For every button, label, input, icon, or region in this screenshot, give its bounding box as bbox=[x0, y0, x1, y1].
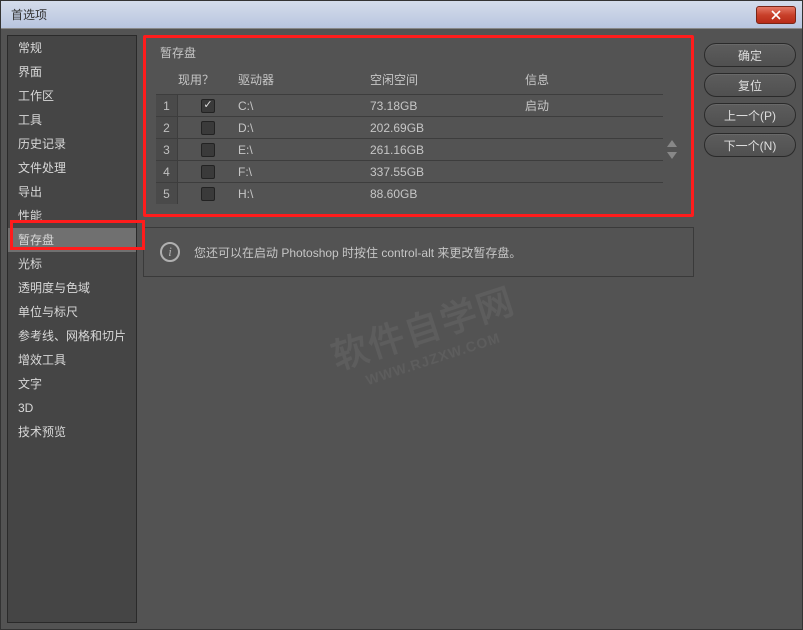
row-space: 261.16GB bbox=[370, 143, 525, 157]
table-row[interactable]: 4 F:\337.55GB bbox=[156, 160, 663, 182]
row-space: 337.55GB bbox=[370, 165, 525, 179]
drive-table: 现用？ 驱动器 空闲空间 信息 1 C:\73.18GB启动 2 D:\202.69G… bbox=[156, 63, 681, 204]
sidebar-item[interactable]: 历史记录 bbox=[8, 132, 136, 156]
main-area: 暂存盘 现用？ 驱动器 空闲空间 信息 1 C:\73.18GB启动 2 D:\202… bbox=[143, 35, 796, 623]
active-checkbox[interactable] bbox=[201, 99, 215, 113]
table-row[interactable]: 2 D:\202.69GB bbox=[156, 116, 663, 138]
active-checkbox[interactable] bbox=[201, 187, 215, 201]
row-check-cell bbox=[178, 187, 238, 201]
table-row[interactable]: 5 H:\88.60GB bbox=[156, 182, 663, 204]
row-space: 73.18GB bbox=[370, 99, 525, 113]
row-check-cell bbox=[178, 143, 238, 157]
table-row[interactable]: 1 C:\73.18GB启动 bbox=[156, 94, 663, 116]
next-button[interactable]: 下一个(N) bbox=[704, 133, 796, 157]
close-icon bbox=[771, 10, 781, 20]
reorder-arrows bbox=[663, 94, 681, 204]
sidebar-item[interactable]: 光标 bbox=[8, 252, 136, 276]
col-header-info: 信息 bbox=[525, 71, 681, 88]
prev-button[interactable]: 上一个(P) bbox=[704, 103, 796, 127]
table-body: 1 C:\73.18GB启动 2 D:\202.69GB 3 E:\261.16GB 4 F:… bbox=[156, 94, 663, 204]
row-drive: H:\ bbox=[238, 187, 370, 201]
row-check-cell bbox=[178, 121, 238, 135]
sidebar-item[interactable]: 工具 bbox=[8, 108, 136, 132]
panel-area: 暂存盘 现用？ 驱动器 空闲空间 信息 1 C:\73.18GB启动 2 D:\202… bbox=[143, 35, 694, 623]
row-check-cell bbox=[178, 165, 238, 179]
active-checkbox[interactable] bbox=[201, 165, 215, 179]
sidebar-item[interactable]: 透明度与色域 bbox=[8, 276, 136, 300]
row-check-cell bbox=[178, 99, 238, 113]
row-number: 2 bbox=[156, 117, 178, 138]
row-number: 3 bbox=[156, 139, 178, 160]
sidebar-item[interactable]: 增效工具 bbox=[8, 348, 136, 372]
table-row[interactable]: 3 E:\261.16GB bbox=[156, 138, 663, 160]
move-down-button[interactable] bbox=[667, 152, 677, 159]
sidebar-item[interactable]: 文件处理 bbox=[8, 156, 136, 180]
sidebar-item[interactable]: 参考线、网格和切片 bbox=[8, 324, 136, 348]
row-number: 5 bbox=[156, 183, 178, 204]
col-header-space: 空闲空间 bbox=[370, 71, 525, 88]
row-drive: E:\ bbox=[238, 143, 370, 157]
row-drive: F:\ bbox=[238, 165, 370, 179]
hint-text: 您还可以在启动 Photoshop 时按住 control-alt 来更改暂存盘… bbox=[194, 244, 521, 261]
group-legend: 暂存盘 bbox=[156, 46, 200, 60]
col-header-drive: 驱动器 bbox=[238, 71, 370, 88]
sidebar-item[interactable]: 3D bbox=[8, 396, 136, 420]
sidebar-item[interactable]: 文字 bbox=[8, 372, 136, 396]
close-button[interactable] bbox=[756, 6, 796, 24]
row-info: 启动 bbox=[525, 97, 663, 114]
row-space: 202.69GB bbox=[370, 121, 525, 135]
row-space: 88.60GB bbox=[370, 187, 525, 201]
reset-button[interactable]: 复位 bbox=[704, 73, 796, 97]
titlebar: 首选项 bbox=[1, 1, 802, 29]
row-drive: C:\ bbox=[238, 99, 370, 113]
col-header-active: 现用？ bbox=[178, 71, 238, 88]
sidebar-item[interactable]: 技术预览 bbox=[8, 420, 136, 444]
sidebar-item[interactable]: 性能 bbox=[8, 204, 136, 228]
active-checkbox[interactable] bbox=[201, 143, 215, 157]
window-title: 首选项 bbox=[7, 6, 47, 23]
ok-button[interactable]: 确定 bbox=[704, 43, 796, 67]
action-buttons: 确定 复位 上一个(P) 下一个(N) bbox=[704, 35, 796, 623]
sidebar-item[interactable]: 界面 bbox=[8, 60, 136, 84]
content-area: 常规界面工作区工具历史记录文件处理导出性能暂存盘光标透明度与色域单位与标尺参考线… bbox=[1, 29, 802, 629]
category-sidebar: 常规界面工作区工具历史记录文件处理导出性能暂存盘光标透明度与色域单位与标尺参考线… bbox=[7, 35, 137, 623]
row-number: 1 bbox=[156, 95, 178, 116]
row-number: 4 bbox=[156, 161, 178, 182]
row-drive: D:\ bbox=[238, 121, 370, 135]
sidebar-item[interactable]: 单位与标尺 bbox=[8, 300, 136, 324]
table-header: 现用？ 驱动器 空闲空间 信息 bbox=[156, 63, 681, 94]
scratch-disk-group: 暂存盘 现用？ 驱动器 空闲空间 信息 1 C:\73.18GB启动 2 D:\202… bbox=[143, 35, 694, 217]
sidebar-item[interactable]: 导出 bbox=[8, 180, 136, 204]
active-checkbox[interactable] bbox=[201, 121, 215, 135]
sidebar-item[interactable]: 暂存盘 bbox=[8, 228, 136, 252]
preferences-window: 首选项 常规界面工作区工具历史记录文件处理导出性能暂存盘光标透明度与色域单位与标… bbox=[0, 0, 803, 630]
sidebar-item[interactable]: 常规 bbox=[8, 36, 136, 60]
hint-box: i 您还可以在启动 Photoshop 时按住 control-alt 来更改暂… bbox=[143, 227, 694, 277]
sidebar-item[interactable]: 工作区 bbox=[8, 84, 136, 108]
info-icon: i bbox=[160, 242, 180, 262]
move-up-button[interactable] bbox=[667, 140, 677, 147]
